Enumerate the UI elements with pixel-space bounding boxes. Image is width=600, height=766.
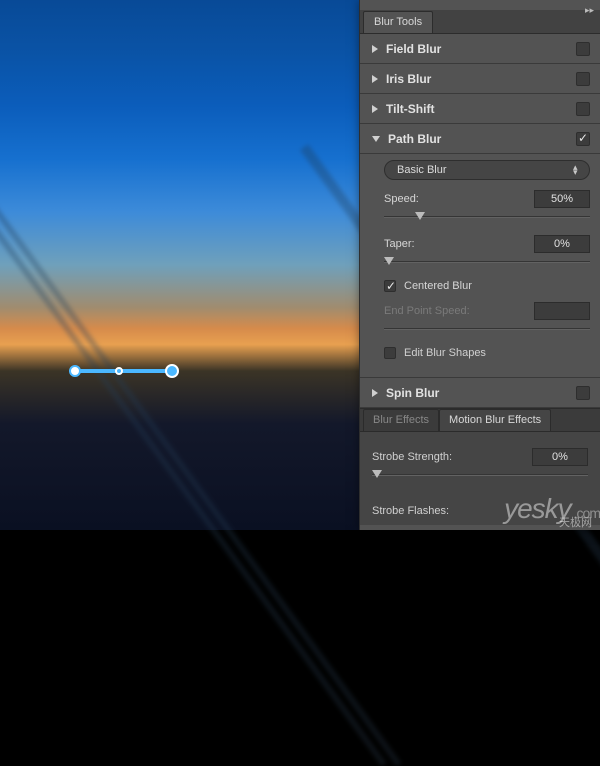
strobe-strength-label: Strobe Strength: bbox=[372, 451, 532, 463]
enable-path-blur-checkbox[interactable] bbox=[576, 132, 590, 146]
edit-blur-shapes-checkbox[interactable] bbox=[384, 347, 396, 359]
end-point-speed-input bbox=[534, 302, 590, 320]
tab-blur-tools[interactable]: Blur Tools bbox=[363, 11, 433, 33]
strobe-strength-input[interactable]: 0% bbox=[532, 448, 588, 466]
section-title: Iris Blur bbox=[386, 72, 576, 86]
disclosure-triangle-icon bbox=[372, 136, 380, 142]
slider-thumb[interactable] bbox=[372, 470, 382, 478]
watermark-sub: 天极网 bbox=[559, 514, 592, 530]
speed-label: Speed: bbox=[384, 193, 534, 205]
city-lights bbox=[0, 330, 360, 530]
end-point-speed-slider bbox=[384, 323, 590, 339]
section-iris-blur[interactable]: Iris Blur bbox=[360, 64, 600, 94]
blur-path-line[interactable] bbox=[75, 369, 175, 373]
section-title: Field Blur bbox=[386, 42, 576, 56]
section-field-blur[interactable]: Field Blur bbox=[360, 34, 600, 64]
blur-path-endpoint-active[interactable] bbox=[165, 364, 179, 378]
canvas-viewport[interactable] bbox=[0, 0, 360, 530]
enable-iris-blur-checkbox[interactable] bbox=[576, 72, 590, 86]
panel-tabbar: Blur Tools bbox=[360, 10, 600, 34]
centered-blur-label: Centered Blur bbox=[404, 280, 472, 292]
slider-track bbox=[384, 328, 590, 329]
taper-input[interactable]: 0% bbox=[534, 235, 590, 253]
slider-track bbox=[384, 261, 590, 262]
section-title: Tilt-Shift bbox=[386, 102, 576, 116]
slider-thumb[interactable] bbox=[415, 212, 425, 220]
section-path-blur[interactable]: Path Blur bbox=[360, 124, 600, 154]
enable-tilt-shift-checkbox[interactable] bbox=[576, 102, 590, 116]
centered-blur-checkbox[interactable] bbox=[384, 280, 396, 292]
end-point-speed-label: End Point Speed: bbox=[384, 305, 534, 317]
disclosure-triangle-icon bbox=[372, 75, 378, 83]
select-arrows-icon: ▴▾ bbox=[573, 165, 581, 175]
blur-path-midpoint[interactable] bbox=[115, 367, 123, 375]
tab-blur-effects[interactable]: Blur Effects bbox=[363, 409, 439, 431]
section-title: Path Blur bbox=[388, 132, 576, 146]
disclosure-triangle-icon bbox=[372, 389, 378, 397]
tab-motion-blur-effects[interactable]: Motion Blur Effects bbox=[439, 409, 551, 431]
blur-path-endpoint[interactable] bbox=[69, 365, 81, 377]
section-title: Spin Blur bbox=[386, 386, 576, 400]
enable-spin-blur-checkbox[interactable] bbox=[576, 386, 590, 400]
path-blur-body: Basic Blur ▴▾ Speed: 50% Taper: 0% Cente… bbox=[360, 154, 600, 378]
taper-label: Taper: bbox=[384, 238, 534, 250]
blur-tools-panel: ▸▸ Blur Tools Field Blur Iris Blur Tilt-… bbox=[360, 0, 600, 530]
enable-field-blur-checkbox[interactable] bbox=[576, 42, 590, 56]
section-tilt-shift[interactable]: Tilt-Shift bbox=[360, 94, 600, 124]
panel-collapse-icon[interactable]: ▸▸ bbox=[585, 5, 594, 16]
section-spin-blur[interactable]: Spin Blur bbox=[360, 378, 600, 408]
slider-thumb[interactable] bbox=[384, 257, 394, 265]
taper-slider[interactable] bbox=[384, 256, 590, 272]
disclosure-triangle-icon bbox=[372, 105, 378, 113]
speed-slider[interactable] bbox=[384, 211, 590, 227]
slider-track bbox=[372, 474, 588, 475]
edit-blur-shapes-label: Edit Blur Shapes bbox=[404, 347, 486, 359]
disclosure-triangle-icon bbox=[372, 45, 378, 53]
strobe-strength-slider[interactable] bbox=[372, 469, 588, 485]
select-value: Basic Blur bbox=[397, 164, 573, 176]
blur-mode-select[interactable]: Basic Blur ▴▾ bbox=[384, 160, 590, 180]
speed-input[interactable]: 50% bbox=[534, 190, 590, 208]
